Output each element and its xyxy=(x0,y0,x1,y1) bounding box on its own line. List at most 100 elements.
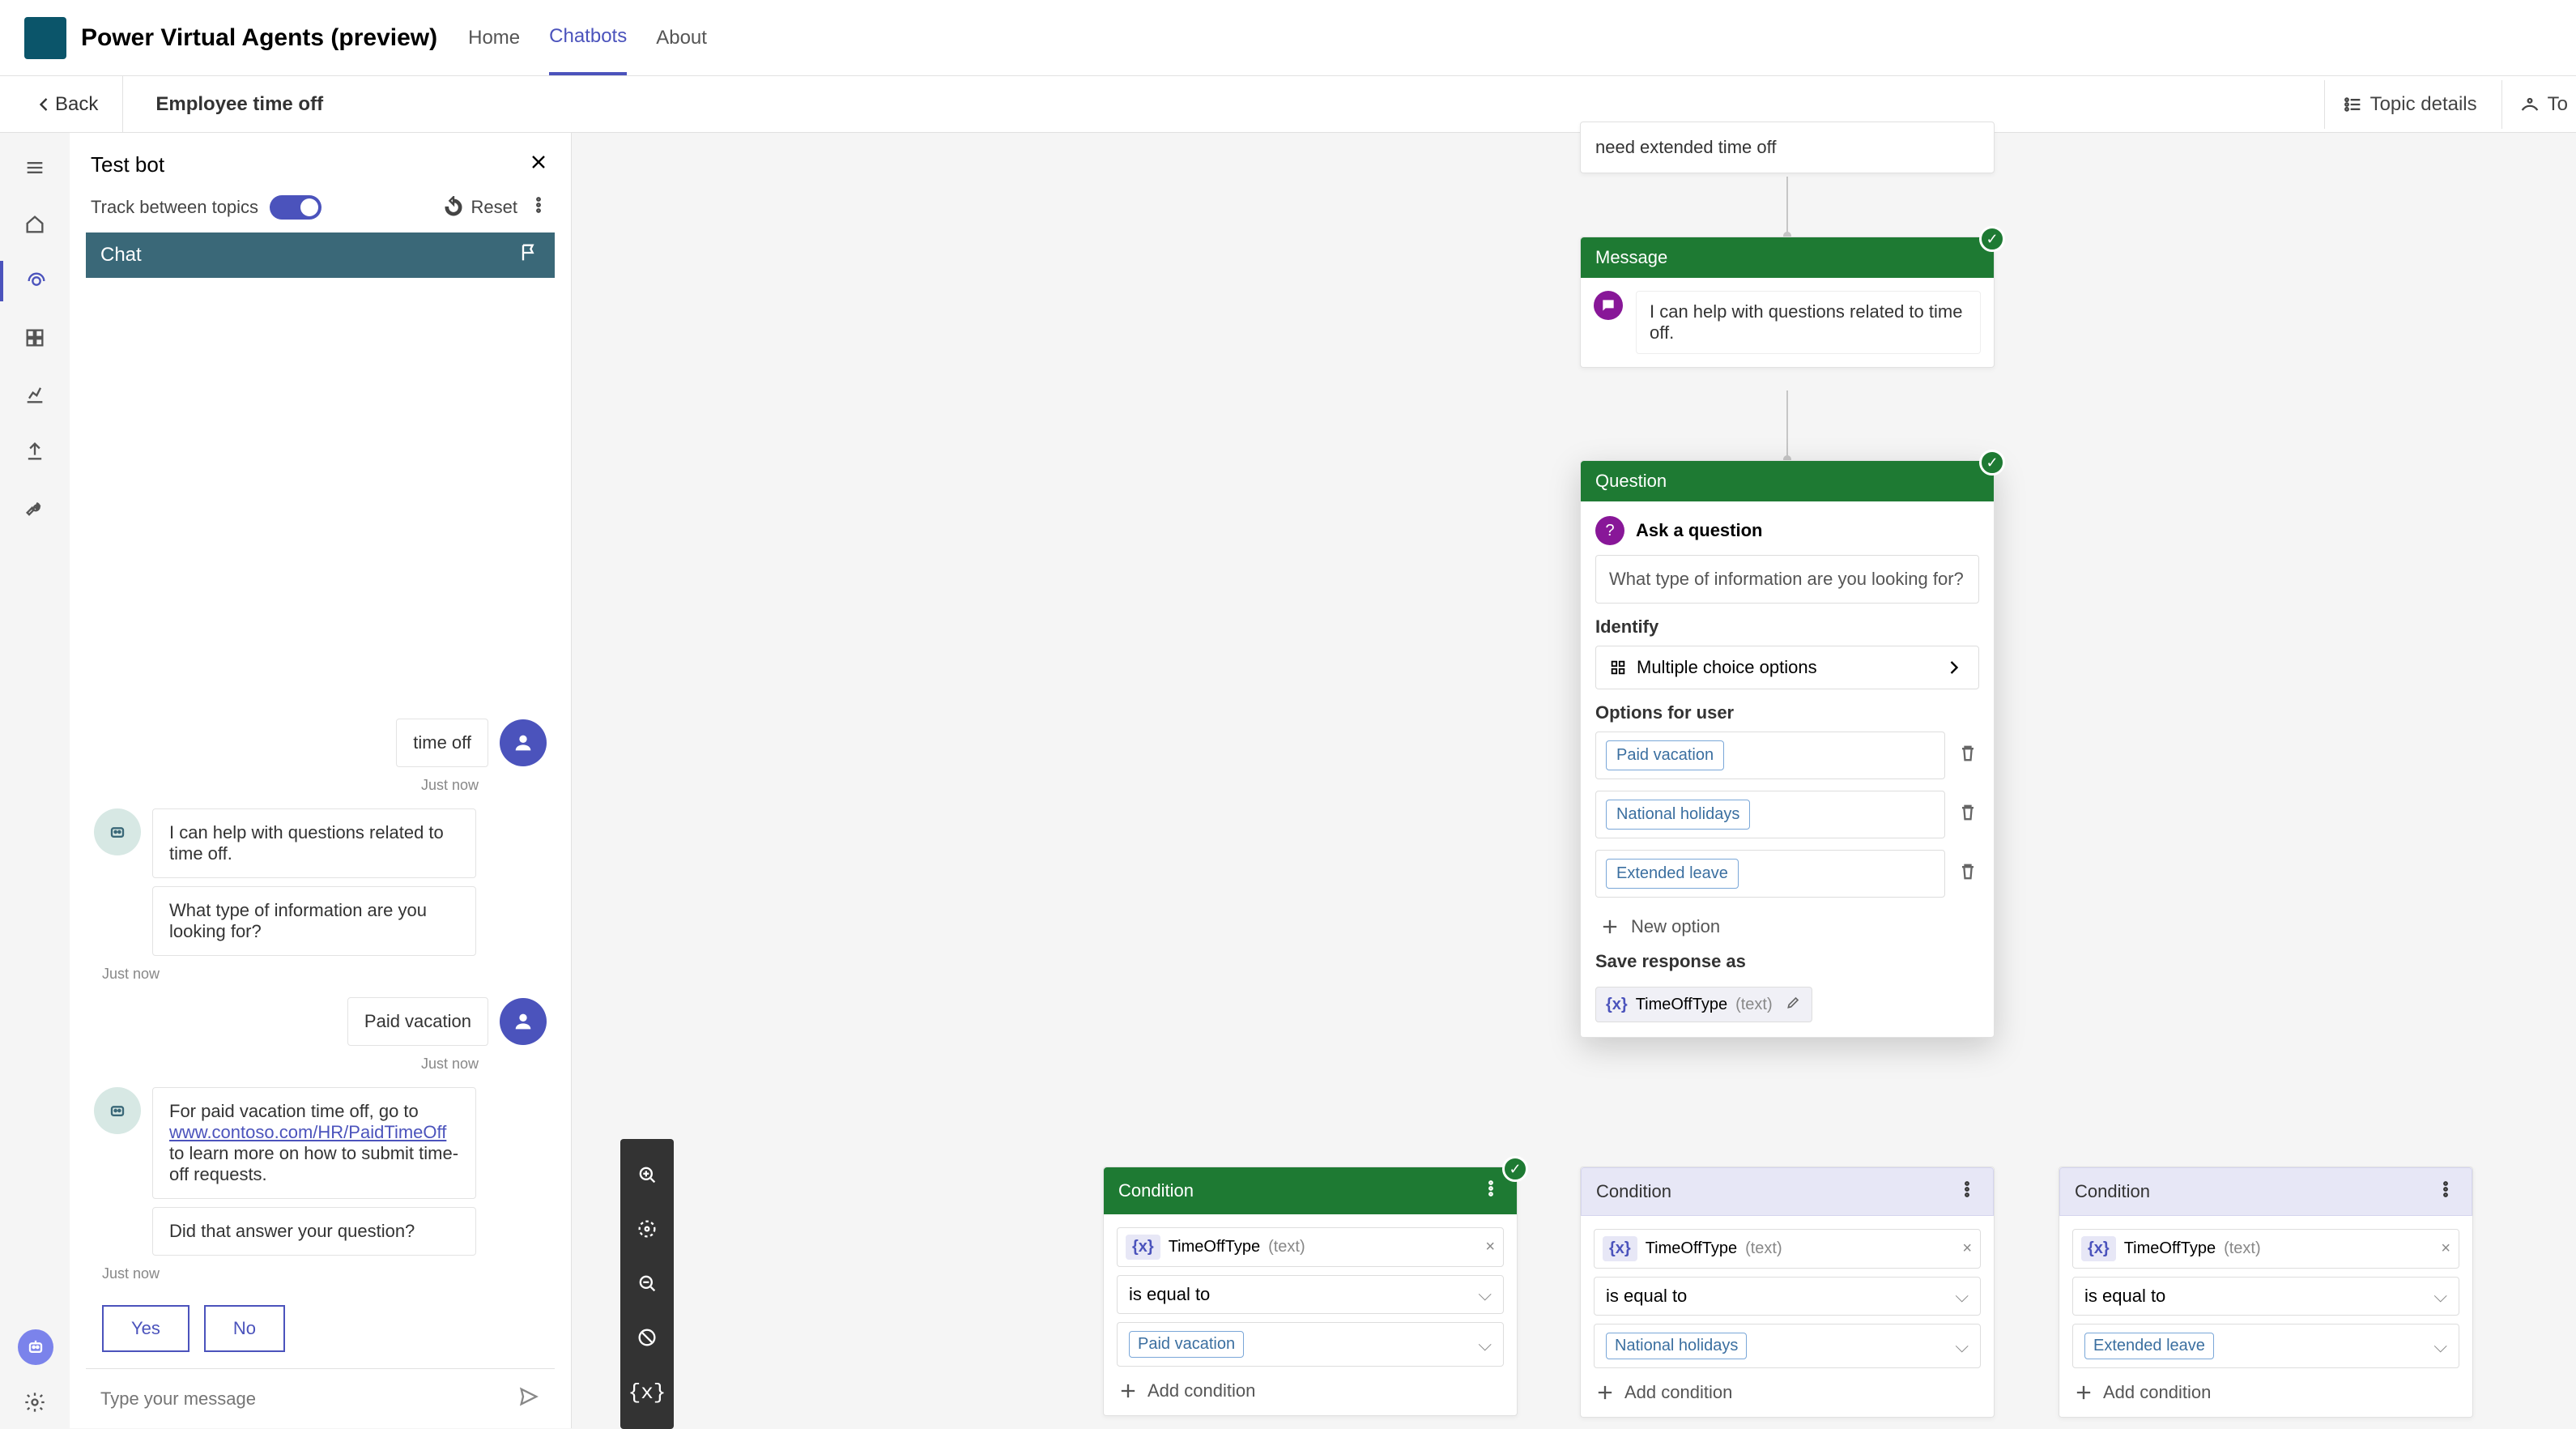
bot-icon xyxy=(24,1336,47,1359)
delete-option-button[interactable] xyxy=(1956,860,1979,887)
condition-node[interactable]: Condition {x}TimeOffType(text)× is equal… xyxy=(1580,1167,1995,1418)
chat-header: Chat xyxy=(86,232,555,278)
suggested-yes-button[interactable]: Yes xyxy=(102,1305,189,1352)
close-test-bot[interactable] xyxy=(527,151,550,179)
gear-icon xyxy=(23,1391,46,1414)
track-topics-label: Track between topics xyxy=(91,197,258,218)
clear-variable-button[interactable]: × xyxy=(1485,1238,1495,1256)
user-avatar-icon xyxy=(500,998,547,1045)
rail-entities[interactable] xyxy=(0,318,70,358)
condition-variable[interactable]: {x}TimeOffType(text)× xyxy=(2072,1229,2459,1269)
test-more-menu[interactable] xyxy=(527,194,550,221)
suggested-no-button[interactable]: No xyxy=(204,1305,285,1352)
topic-details-button[interactable]: Topic details xyxy=(2324,80,2477,129)
add-condition-button[interactable]: Add condition xyxy=(2072,1376,2459,1404)
timestamp: Just now xyxy=(102,966,547,983)
delete-option-button[interactable] xyxy=(1956,801,1979,828)
more-vertical-icon xyxy=(1480,1177,1502,1200)
bot-avatar-icon xyxy=(94,1087,141,1134)
zoom-reset-button[interactable] xyxy=(620,1313,674,1367)
option-input[interactable]: Extended leave xyxy=(1595,850,1945,898)
test-bot-panel: Test bot Track between topics Reset Chat… xyxy=(70,133,572,1428)
node-more-menu[interactable] xyxy=(2434,1178,2457,1205)
delete-option-button[interactable] xyxy=(1956,742,1979,769)
option-input[interactable]: National holidays xyxy=(1595,791,1945,838)
canvas-toolbar: {x} xyxy=(620,1139,674,1429)
wrench-icon xyxy=(23,497,46,519)
time-off-link[interactable]: www.contoso.com/HR/PaidTimeOff xyxy=(169,1122,446,1142)
rail-manage[interactable] xyxy=(0,488,70,528)
zoom-out-button[interactable] xyxy=(620,1259,674,1313)
message-node[interactable]: ✓ Message I can help with questions rela… xyxy=(1580,237,1995,368)
rail-publish[interactable] xyxy=(0,431,70,471)
question-node[interactable]: ✓ Question ? Ask a question What type of… xyxy=(1580,460,1995,1038)
tab-about[interactable]: About xyxy=(656,2,707,74)
rail-analytics[interactable] xyxy=(0,374,70,415)
add-condition-button[interactable]: Add condition xyxy=(1594,1376,1981,1404)
reset-button[interactable]: Reset xyxy=(442,196,517,219)
new-option-button[interactable]: New option xyxy=(1595,909,1979,945)
tab-chatbots[interactable]: Chatbots xyxy=(549,1,627,75)
condition-node[interactable]: Condition {x}TimeOffType(text)× is equal… xyxy=(2059,1167,2473,1418)
app-logo xyxy=(24,17,66,59)
bot-message: Did that answer your question? xyxy=(152,1207,476,1256)
rail-menu[interactable] xyxy=(0,147,70,188)
plus-icon xyxy=(1599,915,1621,938)
send-button[interactable] xyxy=(517,1385,540,1412)
condition-operator-select[interactable]: is equal to⌵ xyxy=(2072,1277,2459,1316)
message-text[interactable]: I can help with questions related to tim… xyxy=(1636,291,1981,354)
left-rail xyxy=(0,133,70,1428)
add-condition-button[interactable]: Add condition xyxy=(1117,1375,1504,1402)
trigger-phrase-node[interactable]: need extended time off xyxy=(1580,122,1995,173)
authoring-canvas[interactable]: need extended time off ✓ Message I can h… xyxy=(572,133,2576,1428)
more-vertical-icon xyxy=(1956,1178,1978,1201)
checker-icon xyxy=(2519,93,2541,116)
publish-icon xyxy=(23,440,46,463)
more-vertical-icon xyxy=(527,194,550,216)
rail-bot-icon[interactable] xyxy=(18,1329,53,1365)
track-topics-toggle[interactable] xyxy=(270,195,321,220)
plus-icon xyxy=(1594,1381,1616,1404)
option-input[interactable]: Paid vacation xyxy=(1595,732,1945,779)
zoom-in-button[interactable] xyxy=(620,1150,674,1205)
variable-chip[interactable]: {x} TimeOffType (text) xyxy=(1595,987,1812,1022)
chat-input[interactable] xyxy=(100,1388,509,1410)
plus-icon xyxy=(2072,1381,2095,1404)
condition-operator-select[interactable]: is equal to⌵ xyxy=(1117,1275,1504,1314)
check-badge-icon: ✓ xyxy=(1979,226,2005,252)
node-header: Question xyxy=(1581,461,1994,501)
edit-variable-button[interactable] xyxy=(1786,994,1802,1015)
zoom-fit-button[interactable] xyxy=(620,1205,674,1259)
pencil-icon xyxy=(1786,994,1802,1010)
chat-flag[interactable] xyxy=(517,241,540,270)
node-more-menu[interactable] xyxy=(1956,1178,1978,1205)
clear-variable-button[interactable]: × xyxy=(1962,1239,1972,1258)
node-more-menu[interactable] xyxy=(1480,1177,1502,1205)
back-button[interactable]: Back xyxy=(8,76,123,132)
analytics-icon xyxy=(23,383,46,406)
chevron-right-icon xyxy=(1943,656,1965,679)
condition-node[interactable]: ✓ Condition {x}TimeOffType(text)× is equ… xyxy=(1103,1167,1518,1416)
rail-topics[interactable] xyxy=(0,261,70,301)
rail-home[interactable] xyxy=(0,204,70,245)
topic-checker-button[interactable]: To xyxy=(2501,80,2568,129)
trash-icon xyxy=(1956,860,1979,883)
condition-variable[interactable]: {x}TimeOffType(text)× xyxy=(1594,1229,1981,1269)
topics-icon xyxy=(25,270,48,292)
condition-value-select[interactable]: Extended leave⌵ xyxy=(2072,1324,2459,1368)
grid-icon xyxy=(1609,659,1627,676)
timestamp: Just now xyxy=(94,777,479,794)
tab-home[interactable]: Home xyxy=(468,2,520,74)
question-text-field[interactable]: What type of information are you looking… xyxy=(1595,555,1979,604)
condition-value-select[interactable]: National holidays⌵ xyxy=(1594,1324,1981,1368)
identify-select[interactable]: Multiple choice options xyxy=(1595,646,1979,689)
list-icon xyxy=(2341,93,2364,116)
condition-value-select[interactable]: Paid vacation⌵ xyxy=(1117,1322,1504,1367)
question-icon: ? xyxy=(1595,516,1624,545)
close-icon xyxy=(527,151,550,173)
rail-settings[interactable] xyxy=(0,1391,70,1414)
variables-button[interactable]: {x} xyxy=(620,1367,674,1418)
condition-variable[interactable]: {x}TimeOffType(text)× xyxy=(1117,1227,1504,1267)
clear-variable-button[interactable]: × xyxy=(2441,1239,2450,1258)
condition-operator-select[interactable]: is equal to⌵ xyxy=(1594,1277,1981,1316)
